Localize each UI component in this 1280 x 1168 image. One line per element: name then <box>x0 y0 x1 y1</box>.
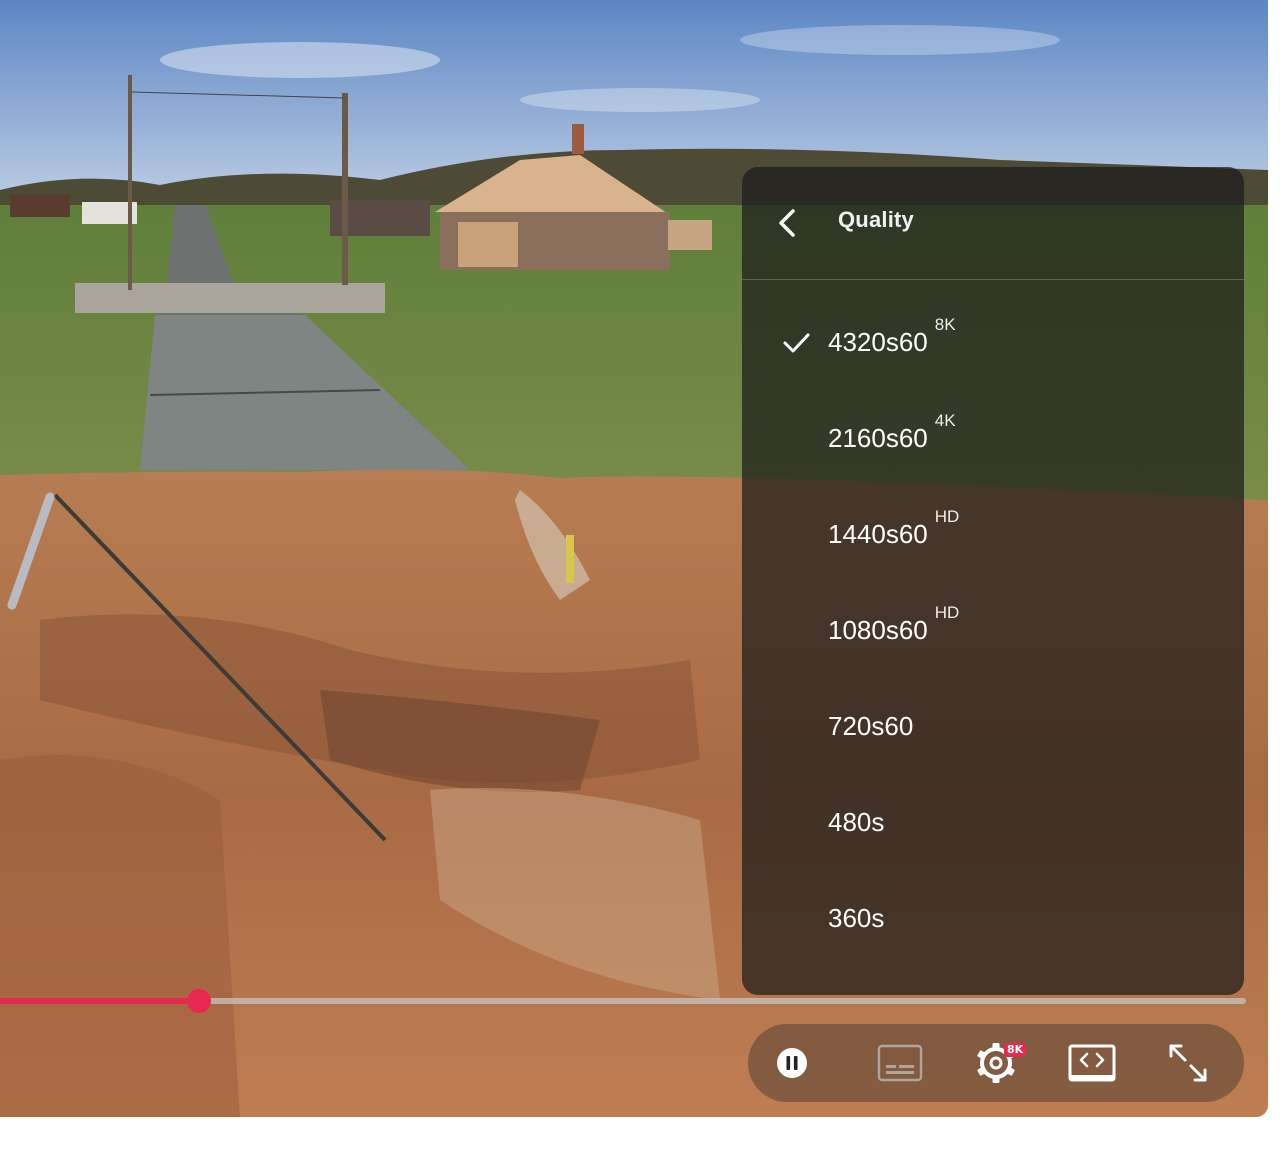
control-bar: 8K <box>748 1024 1244 1102</box>
pause-icon <box>777 1048 807 1078</box>
quality-option-720s60[interactable]: 720s60 <box>742 679 1244 775</box>
quality-menu: Quality 4320s608K 2160s604K 1440s60HD 10… <box>742 167 1244 995</box>
fullscreen-button[interactable] <box>1158 1024 1218 1102</box>
captions-button[interactable] <box>870 1024 930 1102</box>
quality-option-360s[interactable]: 360s <box>742 871 1244 967</box>
chevron-left-icon <box>779 209 795 237</box>
quality-option-label: 1080s60HD <box>828 603 960 645</box>
quality-badge: 8K <box>934 315 956 334</box>
settings-button[interactable]: 8K <box>966 1024 1027 1102</box>
quality-option-4320s60[interactable]: 4320s608K <box>742 295 1244 391</box>
quality-option-1080s60[interactable]: 1080s60HD <box>742 583 1244 679</box>
menu-title: Quality <box>838 207 914 232</box>
quality-option-2160s60[interactable]: 2160s604K <box>742 391 1244 487</box>
pause-button[interactable] <box>762 1024 822 1102</box>
quality-menu-header: Quality <box>742 167 1244 280</box>
quality-badge: HD <box>934 507 960 526</box>
quality-option-label: 1440s60HD <box>828 507 960 549</box>
embed-icon <box>1068 1044 1116 1082</box>
resolution-badge: 8K <box>1004 1043 1027 1057</box>
quality-option-1440s60[interactable]: 1440s60HD <box>742 487 1244 583</box>
embed-button[interactable] <box>1062 1024 1122 1102</box>
settings-icon <box>977 1043 1015 1083</box>
captions-icon <box>877 1044 923 1082</box>
checkmark-icon <box>783 333 810 353</box>
quality-badge: HD <box>934 603 960 622</box>
quality-badge: 4K <box>934 411 956 430</box>
progress-played <box>0 998 200 1004</box>
video-player[interactable]: Quality 4320s608K 2160s604K 1440s60HD 10… <box>0 0 1268 1117</box>
fullscreen-icon <box>1169 1044 1207 1082</box>
quality-option-label: 360s <box>828 903 885 933</box>
quality-option-480s[interactable]: 480s <box>742 775 1244 871</box>
progress-bar[interactable] <box>0 989 1246 1013</box>
quality-option-label: 720s60 <box>828 711 914 741</box>
back-button[interactable] <box>766 203 810 243</box>
scrubber-handle[interactable] <box>187 989 212 1013</box>
quality-option-label: 480s <box>828 807 885 837</box>
quality-option-label: 2160s604K <box>828 411 956 453</box>
quality-option-label: 4320s608K <box>828 315 956 357</box>
